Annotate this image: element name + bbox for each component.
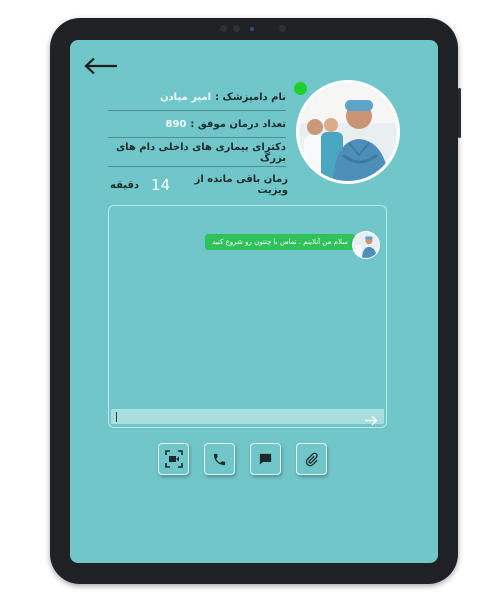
doctor-photo (353, 232, 379, 258)
arrow-right-icon (365, 415, 378, 426)
message-avatar (352, 231, 380, 259)
treatments-value: 890 (165, 118, 187, 130)
app-screen: نام دامپزشک : امیر میادن تعداد درمان موف… (70, 40, 438, 563)
online-status-indicator (294, 82, 307, 95)
voice-call-button[interactable] (204, 443, 235, 475)
video-scan-icon (164, 450, 183, 468)
doctor-name-label: نام دامپزشک : (215, 91, 286, 103)
visit-minutes: 14 (151, 176, 171, 194)
camera-lens (250, 27, 254, 31)
attachment-icon (305, 452, 318, 466)
treatments-row: تعداد درمان موفق : 890 (108, 111, 286, 138)
phone-icon (213, 453, 226, 465)
back-button[interactable] (84, 57, 118, 79)
camera-lens (220, 25, 227, 32)
arrow-left-icon (84, 57, 117, 75)
doctor-specialty: دکترای بیماری های داخلی دام های بزرگ (115, 142, 286, 164)
text-caret (116, 412, 117, 422)
visit-time-label: زمان باقی مانده از ویزیت (194, 174, 288, 196)
chat-input[interactable] (111, 409, 384, 426)
doctor-name-row: نام دامپزشک : امیر میادن (108, 84, 286, 111)
doctor-avatar (296, 80, 400, 184)
doctor-name-value: امیر میادن (159, 91, 212, 103)
camera-lens (233, 25, 240, 32)
attach-button[interactable] (296, 443, 327, 475)
camera-lens (279, 25, 286, 32)
tablet-frame: نام دامپزشک : امیر میادن تعداد درمان موف… (50, 18, 461, 584)
specialty-row: دکترای بیماری های داخلی دام های بزرگ (108, 140, 286, 167)
chat-button[interactable] (250, 443, 281, 475)
chat-panel: سلام من آنلاینم . تماس با چتتون رو شروع … (108, 205, 387, 428)
video-call-button[interactable] (158, 443, 189, 475)
side-button (458, 88, 461, 138)
message-icon (259, 453, 272, 464)
visit-minutes-unit: دقیقه (110, 179, 140, 191)
treatments-label: تعداد درمان موفق : (190, 118, 286, 130)
doctor-photo (299, 83, 397, 181)
visit-time-row: زمان باقی مانده از ویزیت 14 دقیقه (110, 174, 288, 196)
chat-message: سلام من آنلاینم . تماس با چتتون رو شروع … (205, 234, 355, 250)
send-button[interactable] (364, 411, 378, 430)
